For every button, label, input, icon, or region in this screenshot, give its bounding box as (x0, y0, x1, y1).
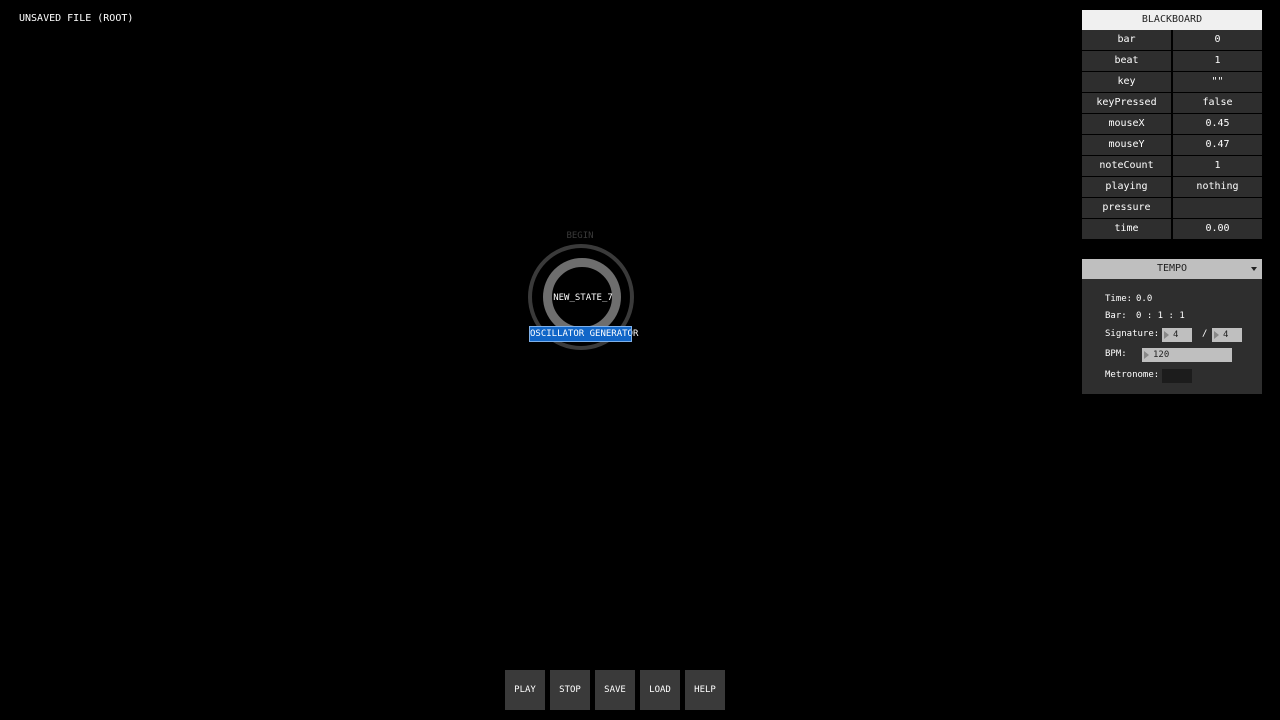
blackboard-key: beat (1082, 51, 1173, 72)
blackboard-row: mouseY 0.47 (1082, 135, 1262, 156)
signature-denominator-field[interactable]: 4 (1212, 328, 1242, 342)
bpm-value: 120 (1153, 350, 1170, 360)
blackboard-key: noteCount (1082, 156, 1173, 177)
stop-button[interactable]: STOP (550, 670, 590, 710)
collapse-arrow-icon[interactable] (1251, 267, 1257, 271)
blackboard-value: "" (1173, 72, 1262, 93)
blackboard-row: bar 0 (1082, 30, 1262, 51)
blackboard-key: time (1082, 219, 1173, 240)
signature-numerator: 4 (1173, 330, 1179, 340)
tempo-body: Time: 0.0 Bar: 0 : 1 : 1 Signature: 4 / … (1082, 279, 1262, 394)
bpm-label: BPM: (1105, 349, 1127, 359)
blackboard-row: mouseX 0.45 (1082, 114, 1262, 135)
blackboard-value: 0 (1173, 30, 1262, 51)
play-triangle-icon (1164, 331, 1169, 339)
load-button[interactable]: LOAD (640, 670, 680, 710)
blackboard-row: beat 1 (1082, 51, 1262, 72)
blackboard-key: mouseY (1082, 135, 1173, 156)
state-name[interactable]: NEW_STATE_7 (553, 293, 613, 303)
blackboard-value: 0.47 (1173, 135, 1262, 156)
blackboard-row: keyPressed false (1082, 93, 1262, 114)
blackboard-row: noteCount 1 (1082, 156, 1262, 177)
blackboard-panel: BLACKBOARD bar 0 beat 1 key "" keyPresse… (1082, 10, 1262, 240)
begin-label: BEGIN (566, 231, 594, 241)
play-triangle-icon (1144, 351, 1149, 359)
blackboard-value: 1 (1173, 51, 1262, 72)
file-title: UNSAVED FILE (ROOT) (19, 13, 134, 24)
generator-badge[interactable]: OSCILLATOR GENERATOR (529, 326, 638, 342)
save-button[interactable]: SAVE (595, 670, 635, 710)
blackboard-row: playing nothing (1082, 177, 1262, 198)
blackboard-key: mouseX (1082, 114, 1173, 135)
help-button[interactable]: HELP (685, 670, 725, 710)
blackboard-title: BLACKBOARD (1082, 10, 1262, 30)
play-triangle-icon (1214, 331, 1219, 339)
blackboard-row: time 0.00 (1082, 219, 1262, 240)
blackboard-value: 0.45 (1173, 114, 1262, 135)
blackboard-value (1173, 198, 1262, 219)
blackboard-value: nothing (1173, 177, 1262, 198)
blackboard-key: keyPressed (1082, 93, 1173, 114)
blackboard-value: 1 (1173, 156, 1262, 177)
play-button[interactable]: PLAY (505, 670, 545, 710)
tempo-header[interactable]: TEMPO (1082, 259, 1262, 279)
signature-numerator-field[interactable]: 4 (1162, 328, 1192, 342)
tempo-panel: TEMPO Time: 0.0 Bar: 0 : 1 : 1 Signature… (1082, 259, 1262, 394)
signature-denominator: 4 (1223, 330, 1229, 340)
blackboard-key: key (1082, 72, 1173, 93)
bar-label: Bar: (1105, 311, 1127, 321)
blackboard-value: 0.00 (1173, 219, 1262, 240)
bar-value: 0 : 1 : 1 (1136, 311, 1185, 321)
signature-separator: / (1202, 329, 1208, 339)
blackboard-key: playing (1082, 177, 1173, 198)
bpm-field[interactable]: 120 (1142, 348, 1232, 362)
time-value: 0.0 (1136, 294, 1153, 304)
blackboard-key: bar (1082, 30, 1173, 51)
blackboard-row: key "" (1082, 72, 1262, 93)
blackboard-value: false (1173, 93, 1262, 114)
metronome-toggle[interactable] (1162, 369, 1192, 383)
tempo-title: TEMPO (1156, 263, 1188, 274)
metronome-label: Metronome: (1105, 370, 1160, 380)
signature-label: Signature: (1105, 329, 1160, 339)
time-label: Time: (1105, 294, 1133, 304)
blackboard-key: pressure (1082, 198, 1173, 219)
blackboard-row: pressure (1082, 198, 1262, 219)
